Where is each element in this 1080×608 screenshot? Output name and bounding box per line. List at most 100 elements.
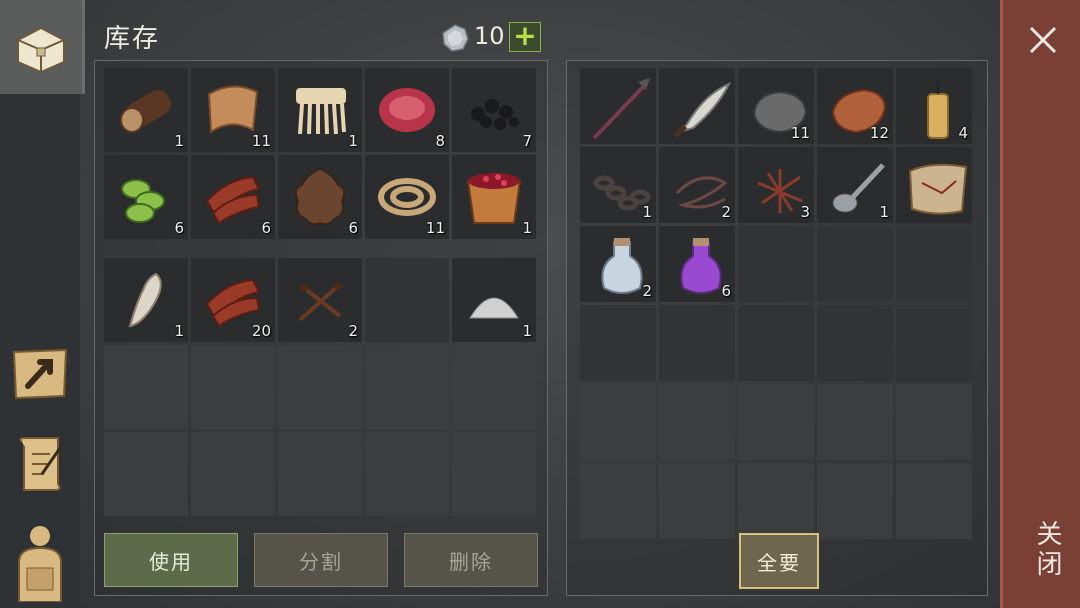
item-count: 11 — [425, 219, 445, 237]
inventory-slot[interactable]: 12 — [817, 68, 893, 144]
item-count: 2 — [642, 282, 652, 300]
inventory-slot[interactable]: 6 — [659, 226, 735, 302]
item-count: 6 — [174, 219, 184, 237]
empty-slot[interactable] — [738, 384, 814, 460]
empty-slot[interactable] — [817, 305, 893, 381]
empty-slot[interactable] — [896, 384, 972, 460]
empty-slot[interactable] — [365, 432, 449, 516]
inventory-slot[interactable] — [580, 68, 656, 144]
inventory-slot[interactable]: 1 — [580, 147, 656, 223]
empty-slot[interactable] — [278, 432, 362, 516]
fang-icon — [128, 272, 162, 328]
sidebar-item-quests[interactable] — [8, 432, 72, 496]
old-map-icon — [908, 163, 968, 215]
inventory-slot[interactable]: 20 — [191, 258, 275, 342]
empty-slot[interactable] — [896, 226, 972, 302]
item-count: 6 — [721, 282, 731, 300]
inventory-slot[interactable]: 1 — [452, 258, 536, 342]
empty-slot[interactable] — [817, 463, 893, 539]
inventory-slot[interactable]: 6 — [278, 155, 362, 239]
inventory-slot[interactable]: 11 — [191, 68, 275, 152]
coal-icon — [471, 99, 519, 130]
inventory-slot[interactable] — [659, 68, 735, 144]
close-bar[interactable]: 关闭 — [1000, 0, 1080, 608]
inventory-slot[interactable]: 1 — [817, 147, 893, 223]
inventory-slot[interactable]: 8 — [365, 68, 449, 152]
use-button[interactable]: 使用 — [104, 533, 238, 587]
item-count: 12 — [869, 124, 889, 142]
sidebar-item-crafting[interactable] — [8, 342, 72, 406]
split-button[interactable]: 分割 — [254, 533, 388, 587]
item-count: 1 — [348, 132, 358, 150]
inventory-slot[interactable]: 2 — [659, 147, 735, 223]
sidebar-tab-inventory[interactable] — [0, 0, 85, 94]
cucumber-slices-icon — [121, 179, 165, 223]
item-count: 1 — [642, 203, 652, 221]
currency-count: 10 — [474, 22, 505, 50]
empty-slot[interactable] — [659, 463, 735, 539]
take-all-button[interactable]: 全要 — [739, 533, 819, 589]
empty-slot[interactable] — [452, 345, 536, 429]
empty-slot[interactable] — [738, 226, 814, 302]
inventory-grid-1: 1 11 1 8 7 6 6 6 11 1 — [104, 68, 536, 239]
item-count: 11 — [790, 124, 810, 142]
bone-comb-icon — [296, 88, 346, 135]
inventory-slot[interactable]: 7 — [452, 68, 536, 152]
add-currency-button[interactable]: + — [509, 22, 541, 52]
inventory-slot[interactable] — [896, 147, 972, 223]
empty-slot[interactable] — [104, 432, 188, 516]
empty-slot[interactable] — [738, 305, 814, 381]
inventory-slot[interactable]: 1 — [452, 155, 536, 239]
inventory-slot[interactable]: 1 — [104, 258, 188, 342]
inventory-slot[interactable]: 4 — [896, 68, 972, 144]
inventory-slot[interactable]: 11 — [738, 68, 814, 144]
empty-slot[interactable] — [659, 384, 735, 460]
empty-slot[interactable] — [580, 463, 656, 539]
empty-slot[interactable] — [365, 345, 449, 429]
inventory-slot[interactable]: 2 — [580, 226, 656, 302]
page-title: 库存 — [104, 24, 161, 54]
item-count: 4 — [958, 124, 968, 142]
delete-button[interactable]: 删除 — [404, 533, 538, 587]
berry-bucket-icon — [466, 173, 522, 224]
loot-grid: 11 12 4 1 2 3 1 2 6 — [580, 68, 972, 539]
inventory-slot[interactable]: 1 — [104, 68, 188, 152]
inventory-slot[interactable]: 2 — [278, 258, 362, 342]
item-count: 20 — [251, 322, 271, 340]
item-count: 2 — [348, 322, 358, 340]
empty-slot[interactable] — [580, 384, 656, 460]
inventory-slot[interactable]: 6 — [104, 155, 188, 239]
empty-slot[interactable] — [191, 432, 275, 516]
empty-slot[interactable] — [104, 345, 188, 429]
inventory-slot[interactable]: 1 — [278, 68, 362, 152]
quest-scroll-icon — [19, 437, 62, 491]
empty-slot[interactable] — [278, 345, 362, 429]
empty-slot[interactable] — [817, 226, 893, 302]
item-count: 6 — [261, 219, 271, 237]
empty-slot[interactable] — [659, 305, 735, 381]
salt-pile-icon — [469, 297, 519, 319]
item-count: 1 — [174, 132, 184, 150]
close-icon[interactable] — [1025, 22, 1061, 58]
machete-icon — [672, 82, 732, 139]
inventory-slot[interactable]: 3 — [738, 147, 814, 223]
empty-slot[interactable] — [191, 345, 275, 429]
inventory-slot[interactable]: 11 — [365, 155, 449, 239]
item-count: 3 — [800, 203, 810, 221]
sidebar-item-character[interactable] — [8, 522, 72, 602]
item-count: 8 — [435, 132, 445, 150]
meat-strips-icon — [205, 175, 261, 225]
empty-slot[interactable] — [738, 463, 814, 539]
nails-icon — [298, 282, 342, 322]
inventory-grid-2: 1 20 2 1 — [104, 258, 536, 516]
item-count: 1 — [879, 203, 889, 221]
character-backpack-icon — [18, 526, 62, 602]
empty-slot[interactable] — [365, 258, 449, 342]
silver-coin-icon — [442, 24, 469, 52]
inventory-slot[interactable]: 6 — [191, 155, 275, 239]
empty-slot[interactable] — [452, 432, 536, 516]
empty-slot[interactable] — [896, 463, 972, 539]
empty-slot[interactable] — [896, 305, 972, 381]
empty-slot[interactable] — [580, 305, 656, 381]
empty-slot[interactable] — [817, 384, 893, 460]
